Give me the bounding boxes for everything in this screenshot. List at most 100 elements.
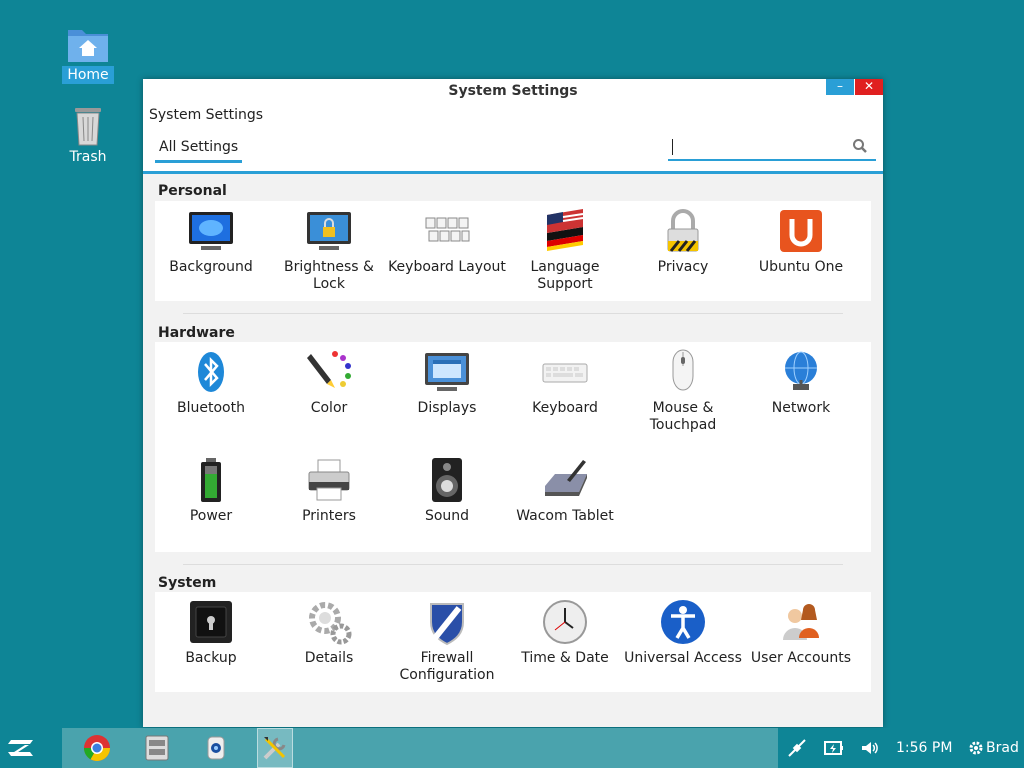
setting-displays[interactable]: Displays bbox=[388, 342, 506, 417]
system-tray: 1:56 PM Brad bbox=[778, 728, 1024, 768]
setting-label: Universal Access bbox=[624, 650, 742, 666]
window-title: System Settings bbox=[448, 83, 578, 99]
section-title-hardware: Hardware bbox=[158, 325, 235, 341]
setting-label: Backup bbox=[185, 650, 237, 666]
section-panel-system: Backup Details Firewall Configuration Ti… bbox=[155, 592, 871, 692]
printer-icon bbox=[308, 459, 350, 501]
battery-charging-icon[interactable] bbox=[824, 740, 844, 756]
section-divider bbox=[183, 313, 843, 314]
desktop-icon-label: Trash bbox=[69, 149, 107, 165]
setting-label: Power bbox=[189, 508, 233, 524]
accessibility-icon bbox=[661, 600, 705, 644]
close-button[interactable]: ✕ bbox=[855, 79, 883, 95]
setting-firewall[interactable]: Firewall Configuration bbox=[388, 592, 506, 684]
padlock-icon bbox=[667, 209, 699, 252]
setting-label: Displays bbox=[417, 400, 477, 416]
ubuntu-one-icon bbox=[780, 210, 822, 252]
setting-keyboard[interactable]: Keyboard bbox=[506, 342, 624, 417]
setting-privacy[interactable]: Privacy bbox=[624, 201, 742, 276]
gears-icon bbox=[309, 602, 352, 645]
flags-icon bbox=[547, 209, 584, 251]
webcam-icon bbox=[207, 736, 225, 760]
clock-text[interactable]: 1:56 PM bbox=[896, 740, 952, 756]
network-connection-icon[interactable] bbox=[786, 738, 808, 758]
setting-label: Brightness & Lock bbox=[284, 259, 374, 292]
minimize-button[interactable]: – bbox=[826, 79, 854, 95]
taskbar-app-system-settings[interactable] bbox=[257, 728, 293, 768]
setting-label: Bluetooth bbox=[177, 400, 245, 416]
setting-label: Details bbox=[304, 650, 354, 666]
section-panel-hardware: Bluetooth Color Displays Keyboard Mouse … bbox=[155, 342, 871, 552]
monitor-lock-icon bbox=[307, 212, 351, 250]
battery-icon bbox=[201, 458, 221, 502]
search-icon[interactable] bbox=[852, 138, 868, 154]
tablet-pen-icon bbox=[545, 460, 587, 496]
tab-all-settings[interactable]: All Settings bbox=[155, 139, 243, 163]
setting-label: Privacy bbox=[657, 259, 709, 275]
system-tools-icon bbox=[263, 737, 286, 760]
home-folder-icon bbox=[68, 30, 108, 62]
setting-bluetooth[interactable]: Bluetooth bbox=[152, 342, 270, 417]
setting-power[interactable]: Power bbox=[152, 450, 270, 525]
display-icon bbox=[425, 353, 469, 391]
setting-backup[interactable]: Backup bbox=[152, 592, 270, 667]
setting-label: Color bbox=[310, 400, 348, 416]
setting-label: Keyboard Layout bbox=[388, 259, 506, 275]
keyboard-keys-icon bbox=[425, 217, 470, 242]
volume-icon[interactable] bbox=[860, 740, 880, 756]
setting-ubuntu-one[interactable]: Ubuntu One bbox=[742, 201, 860, 276]
keyboard-icon bbox=[542, 363, 588, 383]
file-manager-icon bbox=[145, 735, 169, 761]
setting-label: Time & Date bbox=[521, 650, 609, 666]
setting-wacom-tablet[interactable]: Wacom Tablet bbox=[506, 450, 624, 525]
setting-universal-access[interactable]: Universal Access bbox=[624, 592, 742, 667]
speaker-icon bbox=[432, 458, 462, 502]
setting-background[interactable]: Background bbox=[152, 201, 270, 276]
search-input[interactable] bbox=[668, 135, 876, 161]
safe-icon bbox=[190, 601, 232, 643]
breadcrumb[interactable]: System Settings bbox=[149, 107, 263, 123]
setting-label: Ubuntu One bbox=[758, 259, 844, 275]
setting-label: Printers bbox=[302, 508, 356, 524]
setting-label: Language Support bbox=[530, 259, 600, 292]
setting-sound[interactable]: Sound bbox=[388, 450, 506, 525]
setting-details[interactable]: Details bbox=[270, 592, 388, 667]
setting-mouse-touchpad[interactable]: Mouse & Touchpad bbox=[624, 342, 742, 434]
setting-label: Sound bbox=[424, 508, 470, 524]
clock-icon bbox=[543, 600, 587, 644]
mouse-icon bbox=[672, 349, 694, 391]
setting-user-accounts[interactable]: User Accounts bbox=[742, 592, 860, 667]
setting-label: Network bbox=[771, 400, 831, 416]
chrome-icon bbox=[83, 735, 111, 762]
setting-printers[interactable]: Printers bbox=[270, 450, 388, 525]
system-settings-window: System Settings – ✕ System Settings All … bbox=[143, 79, 883, 727]
taskbar-app-files[interactable] bbox=[140, 732, 174, 764]
setting-network[interactable]: Network bbox=[742, 342, 860, 417]
taskbar: 1:56 PM Brad bbox=[0, 728, 1024, 768]
setting-time-date[interactable]: Time & Date bbox=[506, 592, 624, 667]
setting-color[interactable]: Color bbox=[270, 342, 388, 417]
bluetooth-icon bbox=[198, 352, 224, 392]
desktop-icon-trash[interactable]: Trash bbox=[58, 104, 118, 166]
user-name[interactable]: Brad bbox=[986, 740, 1019, 756]
users-icon bbox=[783, 604, 819, 640]
taskbar-app-webcam[interactable] bbox=[199, 732, 233, 764]
section-panel-personal: Background Brightness & Lock Keyboard La… bbox=[155, 201, 871, 301]
shield-icon bbox=[430, 603, 464, 646]
taskbar-app-chrome[interactable] bbox=[80, 732, 114, 764]
start-area[interactable] bbox=[0, 728, 62, 768]
title-bar[interactable]: System Settings – ✕ bbox=[143, 79, 883, 105]
monitor-blue-icon bbox=[189, 212, 233, 250]
setting-label: Firewall Configuration bbox=[399, 650, 495, 683]
settings-content: Personal Background Brightness & Lock Ke… bbox=[143, 174, 883, 727]
setting-label: Keyboard bbox=[532, 400, 598, 416]
zorin-logo-icon[interactable] bbox=[5, 734, 39, 764]
setting-keyboard-layout[interactable]: Keyboard Layout bbox=[388, 201, 506, 276]
section-title-personal: Personal bbox=[158, 183, 227, 199]
setting-label: Mouse & Touchpad bbox=[649, 400, 717, 433]
setting-brightness-lock[interactable]: Brightness & Lock bbox=[270, 201, 388, 293]
gear-icon[interactable] bbox=[968, 740, 984, 756]
setting-language-support[interactable]: Language Support bbox=[506, 201, 624, 293]
desktop-icon-label: Home bbox=[62, 66, 114, 84]
desktop-icon-home[interactable]: Home bbox=[58, 22, 118, 84]
